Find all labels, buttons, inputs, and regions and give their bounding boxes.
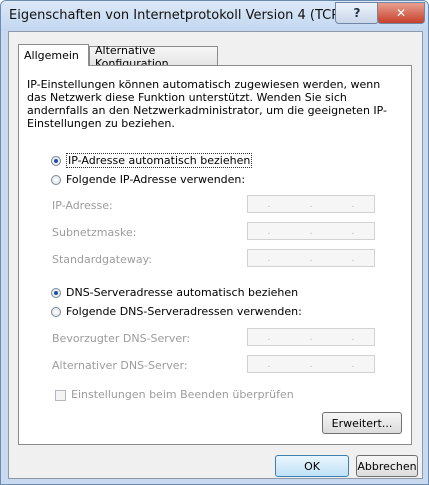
alternate-dns-octet-separator: . [309,358,313,370]
cancel-button[interactable]: Abbrechen [356,455,418,477]
preferred-dns-octet-separator: . [267,331,271,343]
general-tab-panel: IP-Einstellungen können automatisch zuge… [18,65,412,445]
close-icon[interactable]: ✕ [377,2,425,24]
alternate-dns-octet-separator: . [267,358,271,370]
ip-address-octet-separator: . [351,198,355,210]
dns-manual-label[interactable]: Folgende DNS-Serveradressen verwenden: [66,305,302,318]
dns-manual-radio[interactable] [51,307,61,317]
alternate-dns-octet-separator: . [351,358,355,370]
title-bar[interactable]: Eigenschaften von Internetprotokoll Vers… [1,1,428,31]
ip-address-field[interactable]: . . . [247,195,375,213]
tab-allgemein[interactable]: Allgemein [18,44,89,66]
dns-auto-label[interactable]: DNS-Serveradresse automatisch beziehen [66,286,298,299]
default-gateway-octet-separator: . [309,252,313,264]
ip-address-octet-separator: . [267,198,271,210]
ip-manual-label[interactable]: Folgende IP-Adresse verwenden: [66,173,245,186]
subnet-mask-label: Subnetzmaske: [52,226,137,239]
intro-text: IP-Einstellungen können automatisch zuge… [27,78,388,130]
validate-on-exit-checkbox[interactable] [55,390,66,401]
preferred-dns-octet-separator: . [351,331,355,343]
properties-dialog: Eigenschaften von Internetprotokoll Vers… [0,0,429,485]
default-gateway-octet-separator: . [267,252,271,264]
alternate-dns-field[interactable]: . . . [247,355,375,373]
subnet-mask-field[interactable]: . . . [247,222,375,240]
preferred-dns-octet-separator: . [309,331,313,343]
default-gateway-octet-separator: . [351,252,355,264]
dns-auto-radio[interactable] [51,288,61,298]
subnet-mask-octet-separator: . [267,225,271,237]
subnet-mask-octet-separator: . [351,225,355,237]
default-gateway-field[interactable]: . . . [247,249,375,267]
ip-address-label: IP-Adresse: [52,199,113,212]
help-icon[interactable]: ? [335,2,379,24]
validate-on-exit-label[interactable]: Einstellungen beim Beenden überprüfen [71,388,294,401]
dialog-client-area: Allgemein Alternative Konfiguration IP-E… [8,31,423,479]
advanced-button[interactable]: Erweitert... [322,412,402,434]
preferred-dns-field[interactable]: . . . [247,328,375,346]
ip-auto-radio[interactable] [51,156,61,166]
ok-button[interactable]: OK [275,455,349,477]
ip-auto-label[interactable]: IP-Adresse automatisch beziehen [66,153,253,168]
alternate-dns-label: Alternativer DNS-Server: [52,359,188,372]
tab-alternative-konfiguration[interactable]: Alternative Konfiguration [89,44,218,70]
window-title: Eigenschaften von Internetprotokoll Vers… [9,8,377,23]
subnet-mask-octet-separator: . [309,225,313,237]
preferred-dns-label: Bevorzugter DNS-Server: [52,332,191,345]
ip-manual-radio[interactable] [51,175,61,185]
ip-address-octet-separator: . [309,198,313,210]
default-gateway-label: Standardgateway: [52,253,152,266]
